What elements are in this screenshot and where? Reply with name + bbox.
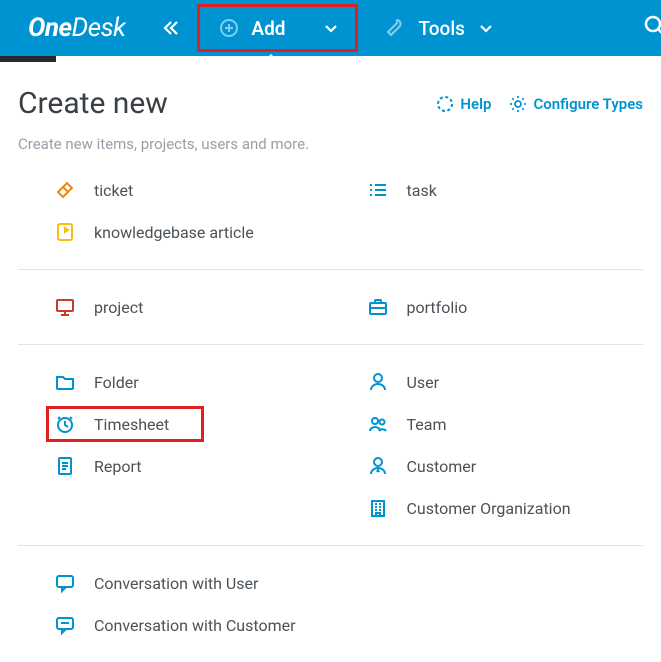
configure-types-link[interactable]: Configure Types [509, 95, 643, 113]
search-icon [643, 14, 661, 38]
item-label: task [407, 181, 437, 200]
item-label: Report [94, 457, 142, 476]
chevron-down-icon [479, 21, 493, 35]
section: ticket knowledgebase article task [18, 153, 643, 270]
task-icon [367, 179, 389, 201]
collapse-sidebar-button[interactable] [149, 0, 193, 56]
help-label: Help [460, 95, 491, 113]
article-icon [54, 221, 76, 243]
portfolio-icon [367, 296, 389, 318]
user-icon [367, 371, 389, 393]
item-label: portfolio [407, 298, 468, 317]
page-header: Create new Help Configure Types [18, 86, 643, 121]
team-icon [367, 413, 389, 435]
organization-icon [367, 497, 389, 519]
item-label: Conversation with Customer [94, 616, 296, 635]
help-link[interactable]: Help [436, 95, 491, 113]
wrench-icon [384, 18, 404, 38]
report-icon [54, 455, 76, 477]
section: project portfolio [18, 270, 643, 345]
section: Folder Timesheet Report User Team [18, 345, 643, 546]
project-icon [54, 296, 76, 318]
search-button[interactable] [643, 14, 661, 42]
tools-label: Tools [418, 17, 464, 40]
folder-icon [54, 371, 76, 393]
create-kb-article[interactable]: knowledgebase article [18, 211, 331, 253]
item-label: Timesheet [94, 415, 169, 434]
section: Conversation with User Conversation with… [18, 546, 643, 662]
create-portfolio[interactable]: portfolio [331, 286, 644, 328]
chat-icon [54, 614, 76, 636]
chevron-down-icon [324, 21, 338, 35]
section-col-right: task [331, 157, 644, 265]
page-title: Create new [18, 86, 168, 121]
item-label: User [407, 373, 440, 392]
plus-circle-icon [219, 18, 239, 38]
create-task[interactable]: task [331, 169, 644, 211]
content: Create new Help Configure Types Create n… [0, 62, 661, 662]
add-button[interactable]: Add [199, 0, 356, 56]
item-label: Customer Organization [407, 499, 571, 518]
item-label: Conversation with User [94, 574, 258, 593]
clock-icon [54, 413, 76, 435]
topbar: OneDesk Add Tools [0, 0, 661, 56]
ticket-icon [54, 179, 76, 201]
page-subtitle: Create new items, projects, users and mo… [18, 135, 643, 153]
active-tab-indicator [0, 56, 661, 62]
chevron-double-left-icon [163, 20, 179, 36]
gear-icon [509, 95, 527, 113]
help-icon [436, 95, 454, 113]
add-dropdown-caret[interactable] [305, 0, 356, 56]
create-report[interactable]: Report [18, 445, 331, 487]
create-timesheet[interactable]: Timesheet [18, 403, 331, 445]
item-label: Customer [407, 457, 477, 476]
section-col-left: project [18, 274, 331, 340]
chat-icon [54, 572, 76, 594]
create-folder[interactable]: Folder [18, 361, 331, 403]
create-team[interactable]: Team [331, 403, 644, 445]
item-label: knowledgebase article [94, 223, 254, 242]
header-actions: Help Configure Types [436, 95, 643, 113]
logo: OneDesk [0, 13, 149, 43]
section-col-left: Conversation with User Conversation with… [18, 550, 331, 658]
item-label: project [94, 298, 143, 317]
add-label: Add [251, 17, 285, 40]
section-col-right: User Team Customer Customer Organization [331, 349, 644, 541]
customer-icon [367, 455, 389, 477]
item-label: Team [407, 415, 447, 434]
create-user[interactable]: User [331, 361, 644, 403]
section-col-left: Folder Timesheet Report [18, 349, 331, 541]
add-main[interactable]: Add [199, 17, 305, 40]
item-label: ticket [94, 181, 133, 200]
item-label: Folder [94, 373, 139, 392]
create-ticket[interactable]: ticket [18, 169, 331, 211]
section-col-left: ticket knowledgebase article [18, 157, 331, 265]
create-conversation-user[interactable]: Conversation with User [18, 562, 331, 604]
configure-label: Configure Types [533, 95, 643, 113]
create-customer-org[interactable]: Customer Organization [331, 487, 644, 529]
create-conversation-customer[interactable]: Conversation with Customer [18, 604, 331, 646]
logo-part1: One [28, 13, 72, 43]
section-col-right: portfolio [331, 274, 644, 340]
section-col-right [331, 550, 644, 658]
create-project[interactable]: project [18, 286, 331, 328]
create-customer[interactable]: Customer [331, 445, 644, 487]
logo-part2: Desk [72, 13, 126, 43]
add-button-wrap: Add [199, 0, 356, 56]
tools-button[interactable]: Tools [368, 0, 508, 56]
